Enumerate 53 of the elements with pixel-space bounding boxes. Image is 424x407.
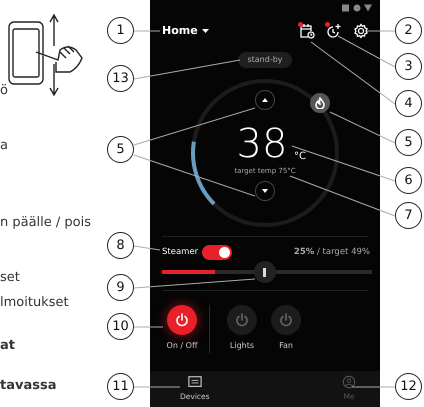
callout-number: 4 [395, 90, 422, 117]
callout-number: 1 [107, 17, 134, 44]
leader-line [134, 246, 160, 250]
location-dropdown[interactable]: Home [162, 22, 209, 40]
callout-number: 2 [395, 17, 422, 44]
callout-number: 6 [395, 167, 422, 194]
callout-number: 12 [395, 373, 422, 400]
steamer-reading: 25% / target 49% [294, 246, 370, 259]
instruction-text: tavassa [0, 379, 56, 392]
leader-line [330, 112, 396, 144]
timer-plus-icon[interactable] [325, 22, 343, 40]
profile-icon [342, 375, 356, 389]
heating-button[interactable] [310, 93, 330, 113]
flame-icon [315, 97, 325, 109]
steamer-toggle[interactable] [202, 245, 232, 260]
instruction-text: a [0, 139, 8, 152]
calendar-clock-icon[interactable] [298, 22, 316, 40]
increase-button[interactable] [255, 90, 275, 110]
down-icon [262, 189, 268, 193]
settings-icon[interactable] [352, 22, 370, 40]
callout-number: 5 [107, 136, 134, 163]
power-icon [278, 312, 294, 328]
callout-number: 13 [107, 65, 134, 92]
status-badge: stand-by [238, 52, 292, 68]
power-icon [234, 312, 250, 328]
leader-line [134, 386, 180, 388]
instruction-text: ö [0, 84, 8, 97]
temperature-unit: °C [294, 152, 306, 162]
instruction-text: at [0, 339, 15, 352]
slider-thumb[interactable] [254, 261, 276, 283]
power-icon [174, 312, 190, 328]
leader-line [134, 30, 160, 32]
instruction-text: set [0, 271, 20, 284]
leader-line [366, 30, 396, 32]
steamer-label: Steamer [162, 246, 198, 259]
up-icon [262, 98, 268, 102]
leader-line [352, 386, 396, 388]
steamer-slider[interactable] [162, 261, 372, 283]
callout-number: 5 [395, 129, 422, 156]
callout-number: 10 [107, 313, 134, 340]
callout-number: 3 [395, 53, 422, 80]
decrease-button[interactable] [255, 181, 275, 201]
instruction-text: lmoitukset [0, 296, 69, 309]
leader-line [134, 326, 164, 328]
status-bar-icons [342, 4, 372, 12]
caret-icon [202, 28, 209, 33]
callout-number: 11 [107, 373, 134, 400]
temperature-reading: 38 [236, 124, 288, 164]
callout-number: 9 [107, 274, 134, 301]
callout-number: 7 [395, 202, 422, 229]
devices-icon [188, 375, 202, 389]
callout-number: 8 [107, 232, 134, 259]
instruction-text: n päälle / pois [0, 216, 92, 229]
